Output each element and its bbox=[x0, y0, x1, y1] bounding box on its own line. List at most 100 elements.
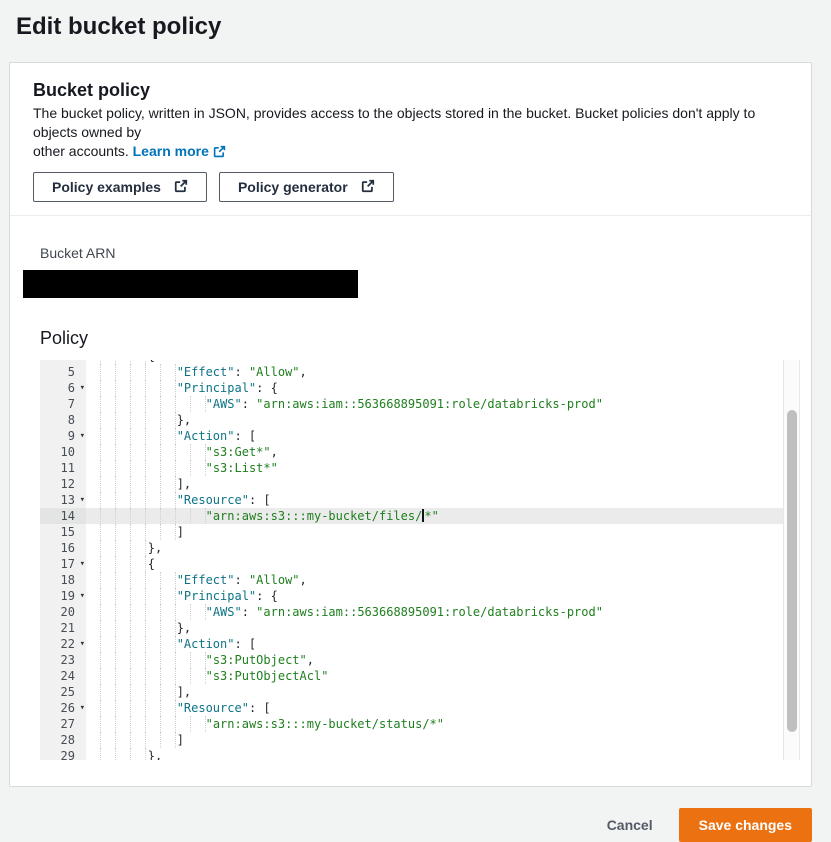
policy-generator-button[interactable]: Policy generator bbox=[219, 172, 394, 202]
code-line-19[interactable]: 19▾"Principal": { bbox=[40, 588, 783, 604]
code-content: "AWS": "arn:aws:iam::563668895091:role/d… bbox=[86, 396, 783, 412]
code-line-18[interactable]: 18"Effect": "Allow", bbox=[40, 572, 783, 588]
code-content: }, bbox=[86, 412, 783, 428]
external-link-icon bbox=[361, 179, 375, 196]
code-content: ], bbox=[86, 684, 783, 700]
line-number: 18 bbox=[40, 572, 86, 588]
code-line-27[interactable]: 27"arn:aws:s3:::my-bucket/status/*" bbox=[40, 716, 783, 732]
code-line-25[interactable]: 25], bbox=[40, 684, 783, 700]
learn-more-link[interactable]: Learn more bbox=[133, 143, 226, 159]
line-number: 15 bbox=[40, 524, 86, 540]
line-number: 6▾ bbox=[40, 380, 86, 396]
line-number: 10 bbox=[40, 444, 86, 460]
code-line-13[interactable]: 13▾"Resource": [ bbox=[40, 492, 783, 508]
line-number: 12 bbox=[40, 476, 86, 492]
code-content: "Principal": { bbox=[86, 588, 783, 604]
code-line-12[interactable]: 12], bbox=[40, 476, 783, 492]
fold-arrow-icon[interactable]: ▾ bbox=[80, 381, 85, 395]
code-line-29[interactable]: 29}, bbox=[40, 748, 783, 760]
code-line-15[interactable]: 15] bbox=[40, 524, 783, 540]
card-body: Bucket ARN Policy 4{5"Effect": "Allow",6… bbox=[10, 216, 811, 786]
line-number: 21 bbox=[40, 620, 86, 636]
code-content: ] bbox=[86, 732, 783, 748]
save-changes-button[interactable]: Save changes bbox=[679, 808, 812, 842]
code-line-24[interactable]: 24"s3:PutObjectAcl" bbox=[40, 668, 783, 684]
code-lines: 4{5"Effect": "Allow",6▾"Principal": {7"A… bbox=[40, 360, 783, 760]
line-number: 28 bbox=[40, 732, 86, 748]
fold-arrow-icon[interactable]: ▾ bbox=[80, 429, 85, 443]
code-line-22[interactable]: 22▾"Action": [ bbox=[40, 636, 783, 652]
code-content: { bbox=[86, 556, 783, 572]
code-line-17[interactable]: 17▾{ bbox=[40, 556, 783, 572]
editor-scrollbar-thumb[interactable] bbox=[787, 410, 797, 732]
line-number: 29 bbox=[40, 748, 86, 760]
bucket-policy-card: Bucket policy The bucket policy, written… bbox=[9, 62, 812, 787]
line-number: 25 bbox=[40, 684, 86, 700]
cancel-button[interactable]: Cancel bbox=[607, 817, 653, 833]
line-number: 9▾ bbox=[40, 428, 86, 444]
code-content: ] bbox=[86, 524, 783, 540]
fold-arrow-icon[interactable]: ▾ bbox=[80, 589, 85, 603]
editor-scrollbar-track[interactable] bbox=[783, 360, 800, 760]
code-content: "Action": [ bbox=[86, 636, 783, 652]
code-content: "arn:aws:s3:::my-bucket/files/*" bbox=[86, 508, 783, 524]
code-line-5[interactable]: 5"Effect": "Allow", bbox=[40, 364, 783, 380]
line-number: 14 bbox=[40, 508, 86, 524]
fold-arrow-icon[interactable]: ▾ bbox=[80, 637, 85, 651]
line-number: 16 bbox=[40, 540, 86, 556]
code-line-26[interactable]: 26▾"Resource": [ bbox=[40, 700, 783, 716]
code-content: ], bbox=[86, 476, 783, 492]
line-number: 23 bbox=[40, 652, 86, 668]
policy-editor[interactable]: 4{5"Effect": "Allow",6▾"Principal": {7"A… bbox=[40, 360, 800, 760]
line-number: 27 bbox=[40, 716, 86, 732]
line-number: 7 bbox=[40, 396, 86, 412]
fold-arrow-icon[interactable]: ▾ bbox=[80, 557, 85, 571]
line-number: 13▾ bbox=[40, 492, 86, 508]
line-number: 22▾ bbox=[40, 636, 86, 652]
external-link-icon bbox=[213, 144, 226, 163]
code-content: "Effect": "Allow", bbox=[86, 364, 783, 380]
code-line-20[interactable]: 20"AWS": "arn:aws:iam::563668895091:role… bbox=[40, 604, 783, 620]
code-line-10[interactable]: 10"s3:Get*", bbox=[40, 444, 783, 460]
code-line-14[interactable]: 14"arn:aws:s3:::my-bucket/files/*" bbox=[40, 508, 783, 524]
line-number: 11 bbox=[40, 460, 86, 476]
external-link-icon bbox=[174, 179, 188, 196]
page-title: Edit bucket policy bbox=[16, 12, 815, 42]
fold-arrow-icon[interactable]: ▾ bbox=[80, 493, 85, 507]
policy-examples-button[interactable]: Policy examples bbox=[33, 172, 207, 202]
code-content: "Resource": [ bbox=[86, 700, 783, 716]
code-content: "s3:List*" bbox=[86, 460, 783, 476]
line-number: 17▾ bbox=[40, 556, 86, 572]
bucket-arn-value-redacted bbox=[23, 270, 358, 298]
card-description: The bucket policy, written in JSON, prov… bbox=[33, 104, 791, 163]
card-header: Bucket policy The bucket policy, written… bbox=[10, 63, 811, 216]
code-content: "Action": [ bbox=[86, 428, 783, 444]
code-line-9[interactable]: 9▾"Action": [ bbox=[40, 428, 783, 444]
footer-actions: Cancel Save changes bbox=[0, 808, 812, 842]
policy-heading: Policy bbox=[40, 327, 791, 349]
code-content: "arn:aws:s3:::my-bucket/status/*" bbox=[86, 716, 783, 732]
code-content: }, bbox=[86, 620, 783, 636]
fold-arrow-icon[interactable]: ▾ bbox=[80, 701, 85, 715]
code-line-23[interactable]: 23"s3:PutObject", bbox=[40, 652, 783, 668]
code-line-21[interactable]: 21}, bbox=[40, 620, 783, 636]
code-content: "Effect": "Allow", bbox=[86, 572, 783, 588]
header-button-row: Policy examples Policy generator bbox=[33, 172, 791, 202]
line-number: 5 bbox=[40, 364, 86, 380]
code-content: "Principal": { bbox=[86, 380, 783, 396]
code-line-16[interactable]: 16}, bbox=[40, 540, 783, 556]
code-line-7[interactable]: 7"AWS": "arn:aws:iam::563668895091:role/… bbox=[40, 396, 783, 412]
code-line-28[interactable]: 28] bbox=[40, 732, 783, 748]
description-line2: other accounts. bbox=[33, 143, 129, 159]
code-content: "s3:PutObjectAcl" bbox=[86, 668, 783, 684]
code-content: "AWS": "arn:aws:iam::563668895091:role/d… bbox=[86, 604, 783, 620]
line-number: 19▾ bbox=[40, 588, 86, 604]
description-line1: The bucket policy, written in JSON, prov… bbox=[33, 105, 755, 140]
line-number: 8 bbox=[40, 412, 86, 428]
card-title: Bucket policy bbox=[33, 79, 791, 101]
code-line-6[interactable]: 6▾"Principal": { bbox=[40, 380, 783, 396]
line-number: 26▾ bbox=[40, 700, 86, 716]
code-line-8[interactable]: 8}, bbox=[40, 412, 783, 428]
line-number: 24 bbox=[40, 668, 86, 684]
code-line-11[interactable]: 11"s3:List*" bbox=[40, 460, 783, 476]
